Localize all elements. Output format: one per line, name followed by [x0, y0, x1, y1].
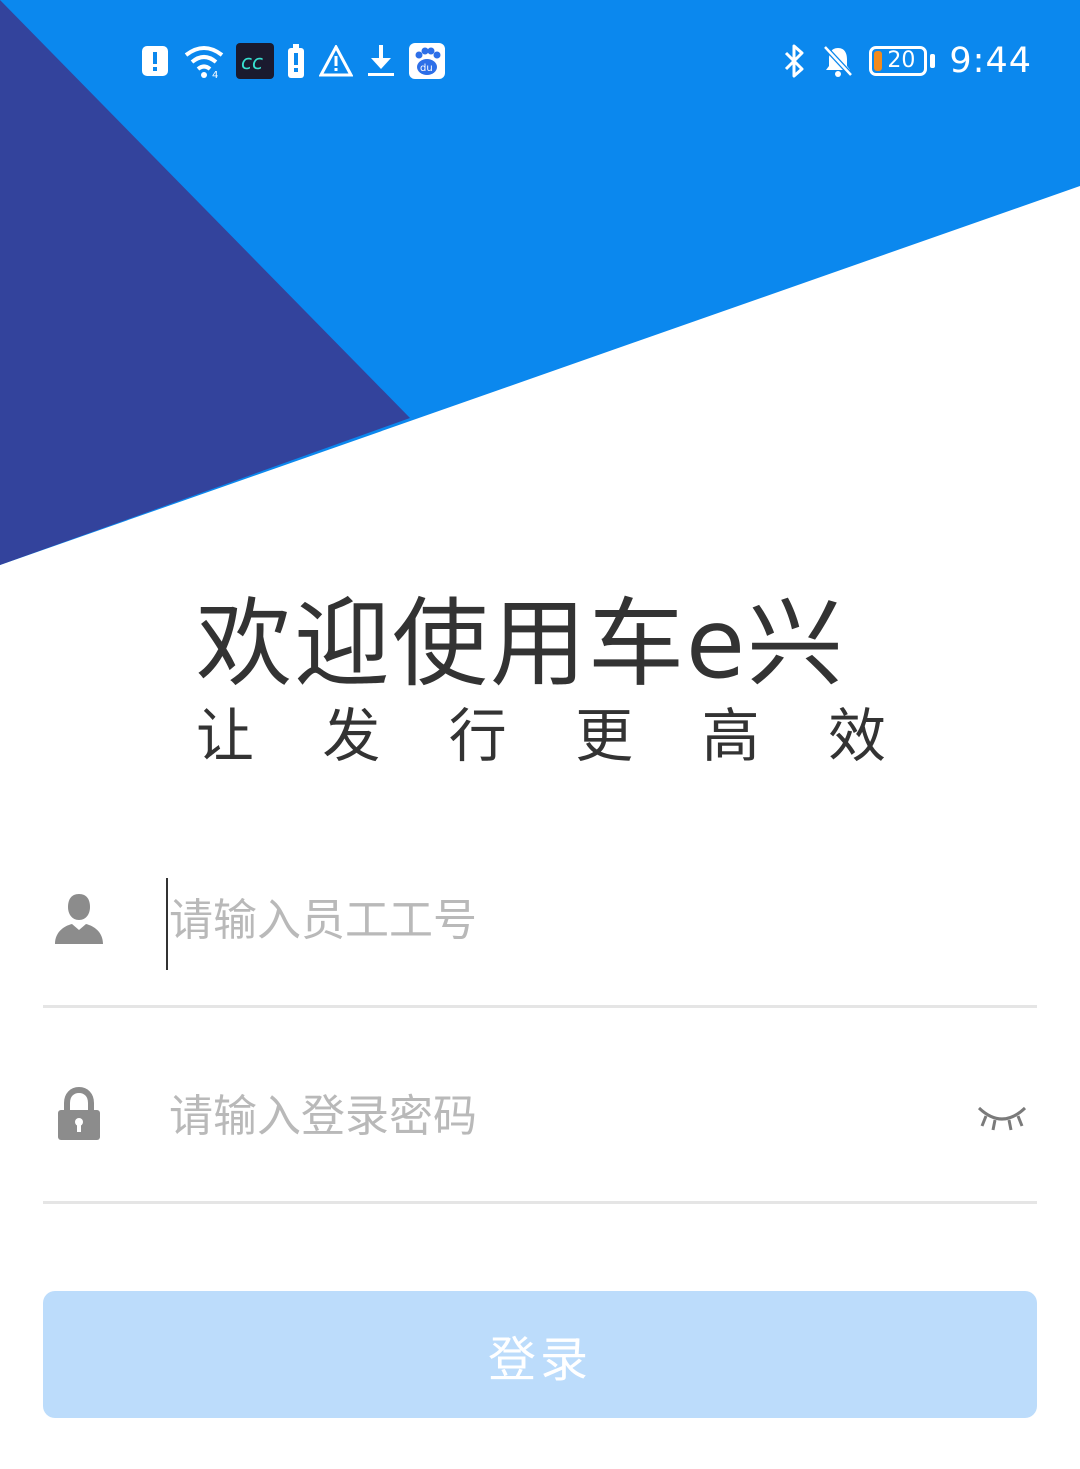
slogan-char: 高 — [701, 702, 760, 770]
alert-icon — [138, 40, 172, 82]
battery-tip — [930, 54, 936, 68]
battery-alert-icon — [284, 40, 308, 82]
svg-text:cc: cc — [241, 50, 263, 74]
wifi-icon: 4 — [182, 40, 226, 82]
slogan-char: 让 — [196, 702, 255, 770]
cc-app-icon: cc — [236, 40, 274, 82]
lock-icon — [51, 1086, 107, 1142]
username-input[interactable] — [167, 884, 951, 956]
battery-body: 20 — [869, 46, 928, 76]
slogan-char: 发 — [322, 702, 381, 770]
svg-text:4: 4 — [212, 70, 218, 79]
username-field — [43, 858, 1037, 1008]
battery-icon: 20 — [869, 46, 936, 76]
status-time: 9:44 — [949, 41, 1032, 81]
status-bar: 4 cc du 20 9:44 — [0, 0, 1080, 124]
slogan-char: 效 — [827, 702, 886, 770]
password-input[interactable] — [167, 1080, 951, 1152]
user-icon — [51, 890, 107, 946]
baidu-icon: du — [408, 40, 446, 82]
warning-icon — [318, 40, 354, 82]
slogan-char: 行 — [448, 702, 507, 770]
username-divider — [43, 1005, 1037, 1008]
password-field — [43, 1054, 1037, 1204]
welcome-title: 欢迎使用车e兴 — [196, 588, 846, 700]
login-button[interactable]: 登录 — [43, 1291, 1037, 1418]
download-icon — [364, 40, 398, 82]
bluetooth-icon — [781, 40, 807, 82]
slogan: 让 发 行 更 高 效 — [196, 700, 886, 772]
slogan-char: 更 — [575, 702, 634, 770]
svg-text:du: du — [420, 63, 433, 74]
status-bar-right-icons: 20 9:44 — [781, 40, 1032, 82]
password-divider — [43, 1201, 1037, 1204]
mute-bell-icon — [821, 40, 855, 82]
status-bar-left-icons: 4 cc du — [138, 40, 446, 82]
eye-closed-icon[interactable] — [975, 1096, 1029, 1136]
battery-level-text: 20 — [887, 48, 916, 73]
